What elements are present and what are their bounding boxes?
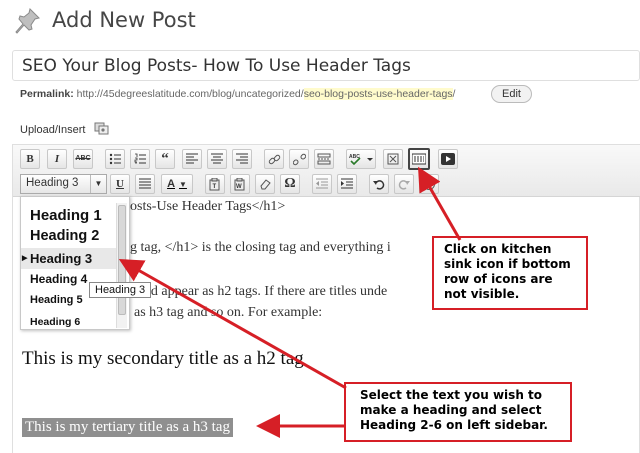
page-title: Add New Post bbox=[52, 8, 196, 32]
blockquote-button[interactable]: “ bbox=[155, 149, 175, 169]
indent-icon bbox=[341, 178, 353, 189]
undo-button[interactable] bbox=[369, 174, 389, 194]
fullscreen-button[interactable] bbox=[383, 149, 403, 169]
permalink-base-url: http://45degreeslatitude.com/blog/uncate… bbox=[76, 88, 304, 100]
spellcheck-button[interactable]: ABC bbox=[346, 149, 376, 169]
paste-word-button[interactable]: W bbox=[230, 174, 250, 194]
align-right-button[interactable] bbox=[232, 149, 252, 169]
format-select-value: Heading 3 bbox=[26, 177, 79, 189]
tooltip: Heading 3 bbox=[89, 282, 152, 298]
dropdown-item-heading-4[interactable]: Heading 4 bbox=[30, 272, 87, 286]
dropdown-item-label: Heading 3 bbox=[30, 251, 93, 266]
numbered-list-button[interactable] bbox=[130, 149, 150, 169]
outdent-button[interactable] bbox=[312, 174, 332, 194]
align-center-button[interactable] bbox=[207, 149, 227, 169]
paste-text-button[interactable]: T bbox=[205, 174, 225, 194]
link-icon bbox=[268, 154, 280, 165]
upload-media-icon[interactable] bbox=[94, 122, 109, 135]
format-select[interactable]: Heading 3 ▼ bbox=[20, 174, 107, 194]
align-justify-icon bbox=[139, 178, 151, 189]
editor-h2-text[interactable]: This is my secondary title as a h2 tag bbox=[22, 348, 304, 370]
dropdown-item-heading-1[interactable]: Heading 1 bbox=[30, 207, 102, 224]
underline-button[interactable]: U bbox=[110, 174, 130, 194]
align-center-icon bbox=[211, 153, 223, 164]
permalink-label: Permalink: bbox=[20, 88, 74, 100]
post-title-input[interactable]: SEO Your Blog Posts- How To Use Header T… bbox=[12, 50, 640, 81]
strikethrough-button[interactable]: ABC bbox=[73, 149, 93, 169]
special-character-button[interactable]: Ω bbox=[280, 174, 300, 194]
bullet-list-icon bbox=[109, 153, 121, 165]
spellcheck-icon: ABC bbox=[349, 154, 373, 165]
callout-select-heading: Select the text you wish to make a headi… bbox=[344, 382, 572, 442]
text-color-label: A bbox=[167, 178, 176, 190]
permalink-trailing: / bbox=[452, 88, 456, 100]
unlink-icon bbox=[292, 153, 306, 166]
paste-text-icon: T bbox=[209, 178, 220, 191]
dropdown-scrollbar[interactable] bbox=[116, 203, 127, 328]
align-right-icon bbox=[236, 153, 248, 164]
text-color-button[interactable]: A ▼ bbox=[161, 174, 193, 194]
paste-word-icon: W bbox=[234, 178, 245, 191]
heading-dropdown: Heading 1 Heading 2 ▶ Heading 3 Heading 4… bbox=[20, 196, 130, 330]
redo-button[interactable] bbox=[394, 174, 414, 194]
outdent-icon bbox=[316, 178, 328, 189]
editor-line: uld appear as h2 tags. If there are titl… bbox=[140, 284, 388, 299]
unlink-button[interactable] bbox=[289, 149, 309, 169]
editor-line: as h3 tag and so on. For example: bbox=[134, 305, 323, 320]
svg-text:T: T bbox=[213, 184, 217, 190]
dropdown-item-heading-6[interactable]: Heading 6 bbox=[30, 316, 80, 328]
pushpin-icon bbox=[12, 6, 44, 36]
bold-button[interactable]: B bbox=[20, 149, 40, 169]
more-tag-icon bbox=[317, 153, 331, 165]
help-button[interactable]: ? bbox=[419, 174, 439, 194]
undo-icon bbox=[373, 180, 385, 190]
editor-toolbar: B I ABC “ ABC U A ▼ T W Ω ? bbox=[13, 145, 640, 197]
insert-media-button[interactable] bbox=[438, 149, 458, 169]
dropdown-item-heading-3[interactable]: ▶ Heading 3 bbox=[21, 248, 118, 269]
help-icon: ? bbox=[423, 178, 435, 190]
kitchen-sink-button[interactable] bbox=[408, 148, 430, 170]
bullet-list-button[interactable] bbox=[105, 149, 125, 169]
svg-text:W: W bbox=[236, 184, 242, 190]
video-play-icon bbox=[441, 153, 455, 165]
editor-line: osts-Use Header Tags</h1> bbox=[130, 199, 286, 214]
align-left-button[interactable] bbox=[182, 149, 202, 169]
editor-h3-selected-text[interactable]: This is my tertiary title as a h3 tag bbox=[22, 418, 233, 437]
upload-insert-label: Upload/Insert bbox=[20, 124, 86, 136]
editor-line: g tag, </h1> is the closing tag and ever… bbox=[130, 240, 391, 255]
permalink-slug[interactable]: seo-blog-posts-use-header-tags bbox=[303, 88, 453, 100]
more-tag-button[interactable] bbox=[314, 149, 334, 169]
justify-button[interactable] bbox=[135, 174, 155, 194]
eraser-icon bbox=[260, 179, 271, 190]
dropdown-item-heading-2[interactable]: Heading 2 bbox=[30, 228, 99, 244]
kitchen-sink-icon bbox=[412, 153, 426, 165]
fullscreen-icon bbox=[387, 153, 399, 165]
redo-icon bbox=[398, 180, 410, 190]
chevron-down-icon: ▼ bbox=[90, 175, 106, 193]
italic-button[interactable]: I bbox=[47, 149, 67, 169]
permalink-edit-button[interactable]: Edit bbox=[491, 85, 532, 103]
callout-kitchen-sink: Click on kitchen sink icon if bottom row… bbox=[432, 236, 588, 310]
align-left-icon bbox=[186, 153, 198, 164]
permalink-row: Permalink: http://45degreeslatitude.com/… bbox=[20, 88, 455, 100]
clear-formatting-button[interactable] bbox=[255, 174, 275, 194]
selected-marker-icon: ▶ bbox=[22, 255, 28, 262]
numbered-list-icon bbox=[134, 153, 146, 164]
scrollbar-thumb[interactable] bbox=[118, 205, 126, 315]
dropdown-item-heading-5[interactable]: Heading 5 bbox=[30, 294, 83, 306]
insert-link-button[interactable] bbox=[264, 149, 284, 169]
svg-text:?: ? bbox=[427, 180, 433, 190]
indent-button[interactable] bbox=[337, 174, 357, 194]
chevron-down-icon: ▼ bbox=[179, 180, 187, 189]
